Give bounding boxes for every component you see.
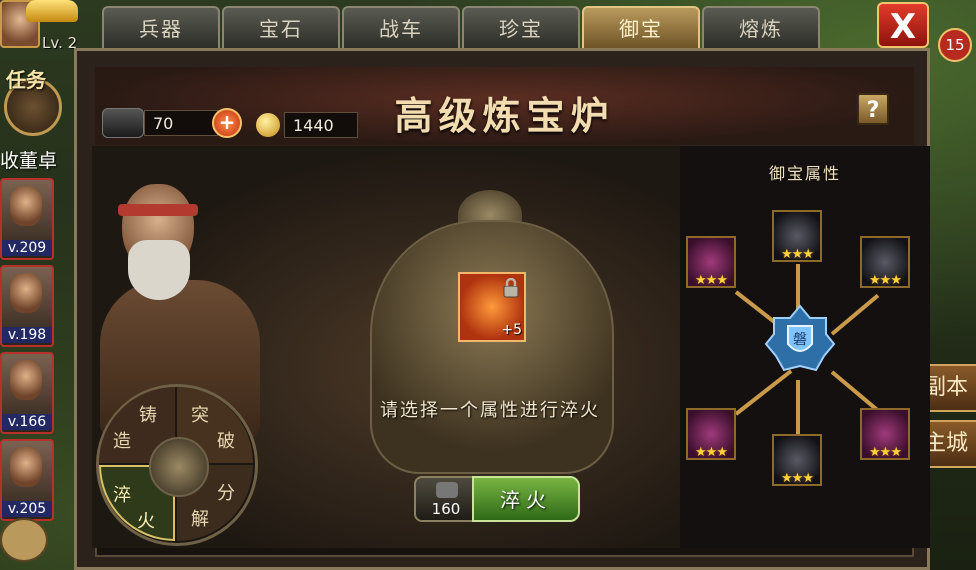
tab-chariot[interactable]: 战车 — [342, 6, 460, 48]
break-label-2: 破 — [217, 431, 235, 452]
hero-card[interactable]: v.198 — [0, 265, 54, 347]
chat-icon[interactable] — [0, 518, 48, 562]
hero-card[interactable]: v.209 — [0, 178, 54, 260]
attribute-slot[interactable]: ★★★ — [772, 434, 822, 486]
star-rating: ★★★ — [695, 445, 728, 460]
coal-resource: 70 + — [102, 108, 242, 138]
hero-level: v.205 — [2, 501, 52, 517]
quench-control: 160 淬火 — [414, 476, 580, 522]
treasure-item-slot[interactable]: +5 — [458, 272, 526, 342]
break-label-1: 突 — [191, 405, 209, 426]
wheel-hub-icon — [149, 437, 209, 497]
quest-title: 任务 — [6, 68, 46, 92]
coin-amount: 1440 — [284, 112, 358, 138]
quench-label-1: 淬 — [113, 485, 131, 506]
hero-portrait — [10, 447, 42, 487]
forge-label-2: 造 — [113, 431, 131, 452]
quench-cost-value: 160 — [431, 500, 461, 518]
gold-ingot-icon — [26, 0, 78, 22]
player-level: Lv. 2 — [42, 34, 78, 52]
coin-resource: 1440 — [256, 110, 358, 140]
star-rating: ★★★ — [869, 273, 902, 288]
star-rating: ★★★ — [781, 471, 814, 486]
hero-portrait — [10, 186, 42, 226]
coal-amount: 70 — [144, 110, 218, 136]
tab-smelt[interactable]: 熔炼 — [702, 6, 820, 48]
star-rating: ★★★ — [781, 247, 814, 262]
hero-list: v.209 v.198 v.166 v.205 — [0, 178, 54, 526]
star-rating: ★★★ — [695, 273, 728, 288]
npc-beard — [128, 240, 190, 300]
shield-glyph: 磐 — [793, 332, 807, 348]
item-enhance-level: +5 — [501, 322, 522, 338]
quest-tracker[interactable]: 任务 收董卓 — [0, 60, 70, 172]
attribute-slot[interactable]: ★★★ — [772, 210, 822, 262]
tab-treasure[interactable]: 珍宝 — [462, 6, 580, 48]
furnace-body — [370, 220, 614, 474]
decompose-label-2: 解 — [191, 509, 209, 530]
quench-cost: 160 — [414, 476, 478, 522]
function-wheel: 铸 造 突 破 淬 火 分 解 — [96, 384, 258, 546]
quest-target: 收董卓 — [0, 150, 58, 172]
star-rating: ★★★ — [869, 445, 902, 460]
hero-level: v.166 — [2, 414, 52, 430]
quench-button[interactable]: 淬火 — [472, 476, 580, 522]
shield-icon: 磐 — [764, 304, 836, 372]
decompose-label-1: 分 — [217, 483, 235, 504]
coal-icon — [102, 108, 144, 138]
treasure-furnace — [340, 190, 640, 520]
tab-imperial-treasure[interactable]: 御宝 — [582, 6, 700, 48]
tab-weapon[interactable]: 兵器 — [102, 6, 220, 48]
hero-card[interactable]: v.205 — [0, 439, 54, 521]
hero-portrait — [10, 360, 42, 400]
quench-prompt: 请选择一个属性进行淬火 — [380, 400, 600, 421]
hero-portrait — [10, 273, 42, 313]
gold-coin-icon — [256, 113, 280, 137]
add-coal-button[interactable]: + — [212, 108, 242, 138]
npc-headband — [118, 204, 198, 216]
lock-icon — [503, 278, 519, 298]
attribute-title: 御宝属性 — [768, 164, 841, 183]
attribute-slot[interactable]: ★★★ — [686, 408, 736, 460]
coal-icon — [436, 482, 458, 498]
quench-label-2: 火 — [137, 511, 155, 532]
attribute-slot[interactable]: ★★★ — [860, 408, 910, 460]
attribute-slot[interactable]: ★★★ — [860, 236, 910, 288]
close-button[interactable]: X — [877, 2, 929, 48]
hero-level: v.209 — [2, 240, 52, 256]
notification-badge[interactable]: 15 — [938, 28, 972, 62]
help-button[interactable]: ? — [857, 93, 889, 125]
hero-level: v.198 — [2, 327, 52, 343]
tab-bar: 兵器 宝石 战车 珍宝 御宝 熔炼 — [102, 6, 820, 48]
forge-label-1: 铸 — [139, 405, 157, 426]
attribute-slot[interactable]: ★★★ — [686, 236, 736, 288]
tab-gem[interactable]: 宝石 — [222, 6, 340, 48]
hero-card[interactable]: v.166 — [0, 352, 54, 434]
